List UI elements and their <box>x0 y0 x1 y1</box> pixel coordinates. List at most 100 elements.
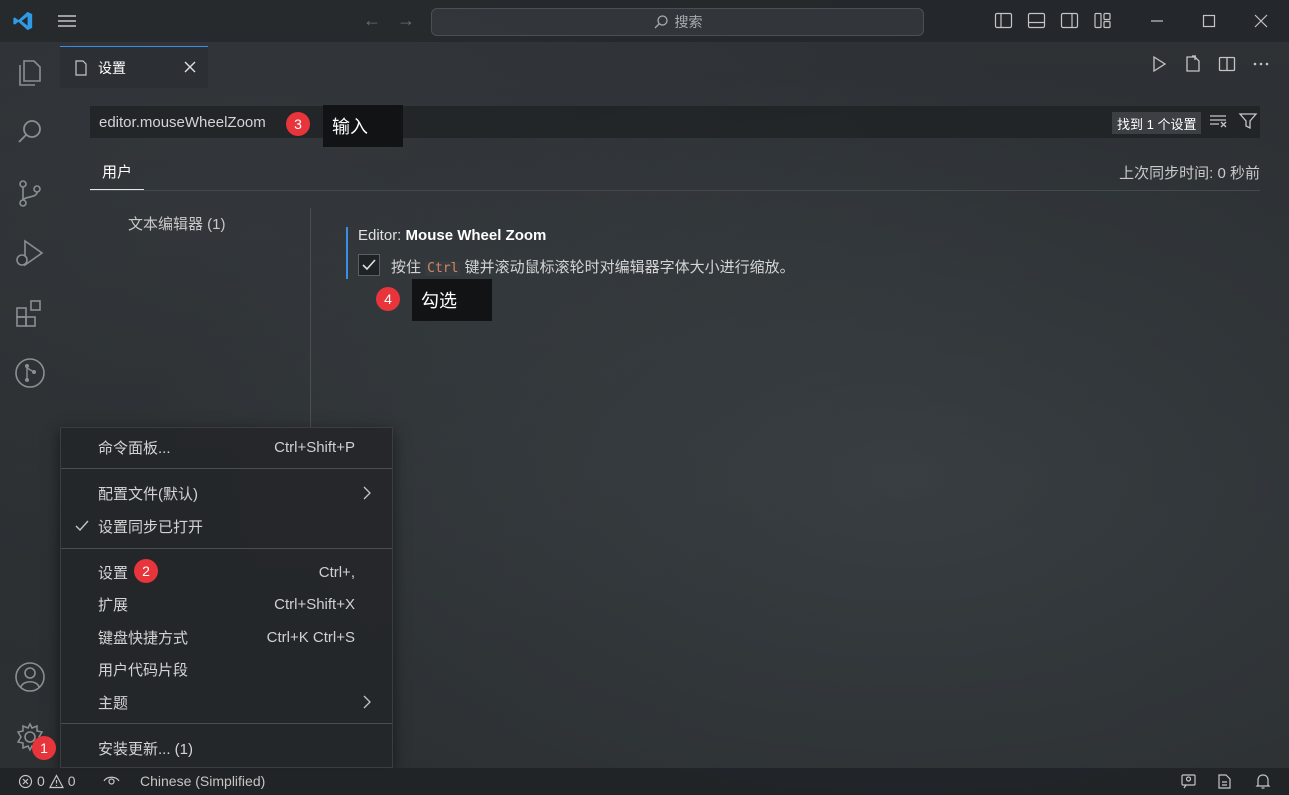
menu-label: 用户代码片段 <box>98 661 189 679</box>
notifications-bell-icon[interactable] <box>1255 773 1271 790</box>
manage-context-menu: 命令面板... Ctrl+Shift+P 配置文件(默认) 设置同步已打开 设置… <box>60 427 393 768</box>
setting-focus-indicator <box>346 227 348 279</box>
git-graph-icon[interactable] <box>13 356 47 390</box>
hamburger-menu-icon[interactable] <box>56 13 78 29</box>
back-arrow-icon[interactable]: ← <box>362 10 382 30</box>
maximize-icon[interactable] <box>1183 0 1235 42</box>
menu-separator <box>61 468 392 469</box>
toggle-primary-sidebar-icon[interactable] <box>994 11 1013 30</box>
step-badge-4: 4 <box>376 287 400 311</box>
editor-tab-bar: 设置 <box>60 42 1289 88</box>
setting-title: Editor: Mouse Wheel Zoom <box>358 227 546 244</box>
more-actions-icon[interactable] <box>1251 54 1271 74</box>
check-icon <box>75 520 89 532</box>
settings-search-tools <box>1208 111 1258 131</box>
toc-divider <box>310 208 311 428</box>
setting-category: Editor: <box>358 227 406 244</box>
layout-controls <box>994 11 1112 30</box>
menu-shortcut: Ctrl+Shift+P <box>274 438 355 456</box>
menu-label: 配置文件(默认) <box>98 485 198 503</box>
menu-label: 扩展 <box>98 596 129 614</box>
menu-shortcut: Ctrl+, <box>318 563 355 581</box>
language-label: Chinese (Simplified) <box>140 773 266 789</box>
submenu-chevron-icon <box>363 486 371 500</box>
error-icon <box>18 774 33 788</box>
explorer-icon[interactable] <box>13 55 47 89</box>
run-debug-icon[interactable] <box>13 236 47 270</box>
toggle-panel-icon[interactable] <box>1027 11 1046 30</box>
setting-name: Mouse Wheel Zoom <box>405 227 547 244</box>
checkmark-icon <box>362 259 376 271</box>
menu-item-theme[interactable]: 主题 <box>61 687 392 717</box>
language-pack-indicator[interactable]: Chinese (Simplified) <box>140 773 265 789</box>
vscode-logo-icon <box>13 11 33 31</box>
menu-item-settings-sync[interactable]: 设置同步已打开 <box>61 511 392 541</box>
source-control-icon[interactable] <box>13 176 47 210</box>
command-center-search[interactable]: 搜索 <box>431 8 924 36</box>
menu-item-keyboard-shortcuts[interactable]: 键盘快捷方式 Ctrl+K Ctrl+S <box>61 622 392 652</box>
settings-search-input[interactable] <box>99 113 289 131</box>
step-badge-1: 1 <box>32 736 56 760</box>
submenu-chevron-icon <box>363 695 371 709</box>
desc-after: 键并滚动鼠标滚轮时对编辑器字体大小进行缩放。 <box>460 259 795 276</box>
tab-settings[interactable]: 设置 <box>60 46 208 88</box>
error-count: 0 <box>37 773 45 789</box>
menu-label: 设置 <box>98 564 129 582</box>
accounts-icon[interactable] <box>13 660 47 694</box>
minimize-icon[interactable] <box>1131 0 1183 42</box>
menu-item-settings[interactable]: 设置 Ctrl+, <box>61 557 392 587</box>
toc-text-editor[interactable]: 文本编辑器 (1) <box>128 213 226 234</box>
eye-icon <box>103 776 120 785</box>
status-bar: 0 0 Chinese (Simplified) <box>0 768 1289 795</box>
menu-separator <box>61 548 392 549</box>
mouse-wheel-zoom-checkbox[interactable] <box>358 254 380 276</box>
menu-shortcut: Ctrl+Shift+X <box>274 595 355 613</box>
split-editor-icon[interactable] <box>1217 54 1237 74</box>
run-icon[interactable] <box>1149 54 1169 74</box>
activity-bar <box>0 42 60 768</box>
command-center-label: 搜索 <box>674 14 703 30</box>
search-icon[interactable] <box>13 115 47 149</box>
tab-user-scope[interactable]: 用户 <box>90 154 144 190</box>
step-badge-3: 3 <box>286 112 310 136</box>
navigation-arrows: ← → <box>362 10 416 30</box>
toggle-secondary-sidebar-icon[interactable] <box>1060 11 1079 30</box>
tab-close-icon[interactable] <box>182 59 198 75</box>
title-bar: ← → 搜索 <box>0 0 1289 42</box>
desc-before: 按住 <box>391 259 426 276</box>
menu-item-user-snippets[interactable]: 用户代码片段 <box>61 654 392 684</box>
menu-item-profile[interactable]: 配置文件(默认) <box>61 478 392 508</box>
accounts-status-icon[interactable] <box>1180 773 1197 790</box>
warning-icon <box>48 773 64 788</box>
found-count-badge: 找到 1 个设置 <box>1112 112 1202 134</box>
problems-indicator[interactable]: 0 0 <box>18 773 76 789</box>
menu-item-command-palette[interactable]: 命令面板... Ctrl+Shift+P <box>61 432 392 462</box>
callout-input: 输入 <box>323 105 403 147</box>
search-icon <box>654 15 668 29</box>
open-settings-json-icon[interactable] <box>1183 54 1203 74</box>
settings-sync-status-icon[interactable] <box>1216 773 1233 790</box>
menu-item-extensions[interactable]: 扩展 Ctrl+Shift+X <box>61 589 392 619</box>
menu-shortcut: Ctrl+K Ctrl+S <box>266 628 355 646</box>
clear-filter-icon[interactable] <box>1208 111 1228 131</box>
warning-count: 0 <box>67 773 76 789</box>
extensions-icon[interactable] <box>13 296 47 330</box>
callout-check: 勾选 <box>412 279 492 321</box>
tab-label: 设置 <box>98 59 126 76</box>
forward-arrow-icon[interactable]: → <box>396 10 416 30</box>
menu-separator <box>61 723 392 724</box>
scope-divider <box>90 190 1260 191</box>
close-icon[interactable] <box>1235 0 1287 42</box>
step-badge-2: 2 <box>134 559 158 583</box>
file-icon <box>75 59 87 76</box>
eye-icon-indicator[interactable] <box>103 773 120 788</box>
settings-search-box <box>90 106 1260 138</box>
menu-label: 设置同步已打开 <box>98 518 204 536</box>
customize-layout-icon[interactable] <box>1093 11 1112 30</box>
window-controls <box>1131 0 1287 42</box>
menu-label: 安装更新... (1) <box>98 740 194 758</box>
filter-icon[interactable] <box>1238 111 1258 131</box>
document-sync-icon <box>1218 774 1231 789</box>
editor-actions <box>1149 54 1271 74</box>
menu-item-install-update[interactable]: 安装更新... (1) <box>61 733 392 763</box>
